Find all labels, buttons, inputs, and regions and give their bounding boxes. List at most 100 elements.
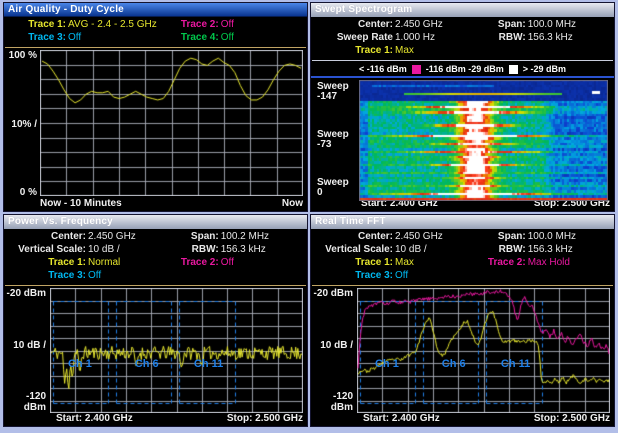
- span-label: Span:: [484, 230, 526, 243]
- fft-chart-area: Ch 1 Ch 6 Ch 11: [357, 288, 614, 413]
- spectrogram-titlebar[interactable]: Swept Spectrogram: [311, 3, 614, 17]
- trace2-label: Trace 2:: [177, 18, 219, 31]
- trace3-label: Trace 3:: [4, 269, 86, 282]
- span-label: Span:: [484, 18, 526, 31]
- spectrogram-config: Center: 2.450 GHz Span: 100.0 MHz Sweep …: [311, 17, 614, 58]
- rbw-value: 156.3 kHz: [528, 31, 573, 44]
- spectrogram-y-axis: Sweep -147 Sweep -73 Sweep 0: [311, 80, 359, 198]
- amplitude-legend: < -116 dBm -116 dBm -29 dBm > -29 dBm: [311, 63, 614, 75]
- rbw-label: RBW:: [177, 243, 219, 256]
- center-value: 2.450 GHz: [395, 18, 443, 31]
- panel-real-time-fft: Real Time FFT Center: 2.450 GHz Span: 10…: [310, 214, 615, 427]
- legend-underline: [311, 76, 614, 78]
- legend-high-swatch: [509, 65, 518, 74]
- fft-x-axis: Start: 2.400 GHz Stop: 2.500 GHz: [311, 413, 614, 426]
- channel-1-label: Ch 1: [375, 358, 399, 370]
- sweep-rate-label: Sweep Rate: [311, 31, 393, 44]
- vscale-value: 10 dB /: [88, 243, 120, 256]
- divider: [312, 60, 613, 61]
- vscale-label: Vertical Scale:: [311, 243, 393, 256]
- trace1-label: Trace 1:: [311, 256, 393, 269]
- center-label: Center:: [4, 230, 86, 243]
- spectrogram-chart-area: [359, 80, 614, 198]
- y-label-bottom: -120 dBm: [4, 391, 46, 413]
- duty-chart-area: [40, 50, 307, 198]
- rbw-label: RBW:: [484, 243, 526, 256]
- x-label-stop: Stop: 2.500 GHz: [534, 413, 610, 426]
- legend-high-label: > -29 dBm: [523, 64, 566, 74]
- y-label-mid: 10 dB /: [4, 340, 46, 351]
- span-value: 100.0 MHz: [528, 230, 576, 243]
- y-label-top: -20 dBm: [4, 288, 46, 299]
- x-label-start: Start: 2.400 GHz: [363, 413, 440, 426]
- y-label-mid: 10% /: [4, 119, 37, 130]
- x-label-right: Now: [282, 198, 303, 211]
- trace2-value: Off: [221, 18, 234, 31]
- air-quality-titlebar[interactable]: Air Quality - Duty Cycle: [4, 3, 307, 17]
- y-label-top: 100 %: [4, 50, 37, 61]
- panel-grid: Air Quality - Duty Cycle Trace 1: AVG - …: [3, 2, 615, 427]
- vscale-label: Vertical Scale:: [4, 243, 86, 256]
- trace3-value: Off: [68, 31, 81, 44]
- pvf-chart-area: Ch 1 Ch 6 Ch 11: [50, 288, 307, 413]
- air-quality-config: Trace 1: AVG - 2.4 - 2.5 GHz Trace 2: Of…: [4, 17, 307, 45]
- fft-config: Center: 2.450 GHz Span: 100.0 MHz Vertic…: [311, 229, 614, 283]
- fft-y-axis: -20 dBm 10 dB / -120 dBm: [311, 288, 357, 413]
- trace4-value: Off: [221, 31, 234, 44]
- trace4-label: Trace 4:: [177, 31, 219, 44]
- channel-11-label: Ch 11: [501, 358, 530, 370]
- trace1-label: Trace 1:: [311, 44, 393, 57]
- legend-mid-swatch: [412, 65, 421, 74]
- pvf-config: Center: 2.450 GHz Span: 100.2 MHz Vertic…: [4, 229, 307, 283]
- pvf-x-axis: Start: 2.400 GHz Stop: 2.500 GHz: [4, 413, 307, 426]
- trace1-label: Trace 1:: [4, 256, 86, 269]
- trace3-label: Trace 3:: [311, 269, 393, 282]
- trace3-value: Off: [395, 269, 408, 282]
- center-label: Center:: [311, 18, 393, 31]
- trace1-label: Trace 1:: [4, 18, 66, 31]
- trace3-value: Off: [88, 269, 101, 282]
- center-label: Center:: [311, 230, 393, 243]
- y-label-top: -20 dBm: [311, 288, 353, 299]
- power-vs-frequency-plot[interactable]: [50, 288, 303, 413]
- span-label: Span:: [177, 230, 219, 243]
- panel-swept-spectrogram: Swept Spectrogram Center: 2.450 GHz Span…: [310, 2, 615, 212]
- sweep-label-top: Sweep -147: [317, 82, 359, 102]
- panel-power-vs-frequency: Power Vs. Frequency Center: 2.450 GHz Sp…: [3, 214, 308, 427]
- fft-titlebar[interactable]: Real Time FFT: [311, 215, 614, 229]
- rbw-value: 156.3 kHz: [221, 243, 266, 256]
- center-value: 2.450 GHz: [395, 230, 443, 243]
- legend-low-label: < -116 dBm: [359, 64, 407, 74]
- vscale-value: 10 dB /: [395, 243, 427, 256]
- trace3-label: Trace 3:: [4, 31, 66, 44]
- rbw-label: RBW:: [484, 31, 526, 44]
- trace1-value: Max: [395, 44, 414, 57]
- trace1-value: Normal: [88, 256, 120, 269]
- channel-1-label: Ch 1: [68, 358, 92, 370]
- sweep-label-mid: Sweep -73: [317, 130, 359, 150]
- duty-cycle-plot[interactable]: [40, 50, 303, 196]
- duty-y-axis: 100 % 10% / 0 %: [4, 50, 40, 198]
- spectrum-analyzer-window: Air Quality - Duty Cycle Trace 1: AVG - …: [0, 0, 618, 433]
- x-label-start: Start: 2.400 GHz: [56, 413, 133, 426]
- divider: [312, 285, 613, 286]
- span-value: 100.2 MHz: [221, 230, 269, 243]
- x-label-stop: Stop: 2.500 GHz: [227, 413, 303, 426]
- divider: [5, 47, 306, 48]
- trace2-label: Trace 2:: [177, 256, 219, 269]
- sweep-rate-value: 1.000 Hz: [395, 31, 435, 44]
- real-time-fft-plot[interactable]: [357, 288, 610, 413]
- y-label-mid: 10 dB /: [311, 340, 353, 351]
- y-label-bottom: -120 dBm: [311, 391, 353, 413]
- panel-air-quality: Air Quality - Duty Cycle Trace 1: AVG - …: [3, 2, 308, 212]
- spectrogram-heatmap[interactable]: [359, 80, 608, 201]
- center-value: 2.450 GHz: [88, 230, 136, 243]
- pvf-titlebar[interactable]: Power Vs. Frequency: [4, 215, 307, 229]
- trace1-value: AVG - 2.4 - 2.5 GHz: [68, 18, 157, 31]
- span-value: 100.0 MHz: [528, 18, 576, 31]
- duty-x-axis: Now - 10 Minutes Now: [4, 198, 307, 211]
- trace2-value: Max Hold: [528, 256, 570, 269]
- legend-mid-label: -116 dBm -29 dBm: [426, 64, 504, 74]
- pvf-y-axis: -20 dBm 10 dB / -120 dBm: [4, 288, 50, 413]
- trace1-value: Max: [395, 256, 414, 269]
